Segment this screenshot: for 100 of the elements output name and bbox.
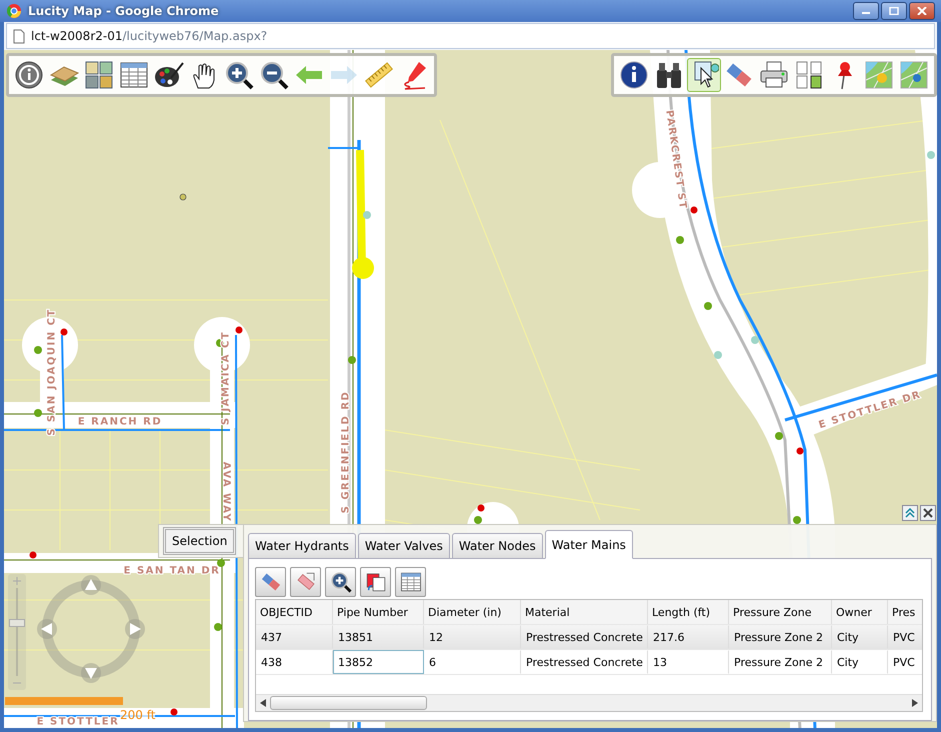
horizontal-scrollbar[interactable] [256,694,922,711]
window-title: Lucity Map - Google Chrome [28,4,219,18]
scroll-right-icon [912,699,918,707]
maximize-icon [889,7,899,15]
info-icon [14,60,44,90]
browser-logo-icon [6,3,22,19]
hydrant-marker [796,448,804,454]
column-header[interactable]: Pres [888,600,922,624]
table-icon [119,60,149,90]
valve-marker [34,409,42,417]
hydrant-marker [60,328,68,336]
close-icon [923,508,933,518]
column-header[interactable]: Length (ft) [648,600,729,624]
hydrant-marker [478,504,484,512]
maximize-button[interactable] [881,2,907,20]
street-label: S SAN JOAQUIN CT [46,308,58,436]
map-thumbnails-icon [84,60,114,90]
panel-tool-button[interactable] [325,567,356,597]
layer-tab[interactable]: Water Nodes [452,533,543,559]
map-icon [899,60,929,90]
collapse-button[interactable] [902,505,918,521]
eraser-icon [260,571,282,593]
column-header[interactable]: Diameter (in) [424,600,521,624]
table-cell: PVC [888,625,922,649]
slider-thumb[interactable] [9,619,25,628]
plus-icon [13,577,21,585]
table-cell: PVC [888,650,922,674]
map-icon [864,60,894,90]
close-button[interactable] [920,505,936,521]
valve-marker [217,559,225,567]
binoculars-icon [654,60,684,90]
table-row[interactable]: 437 13851 12 Prestressed Concrete 217.6 Pressure Zone 2 City PVC [256,625,922,650]
toolbar-button[interactable] [687,58,721,92]
chevron-up-icon [905,508,915,518]
table-cell: City [832,650,888,674]
node-marker [363,211,371,219]
valve-marker [474,516,482,524]
street-label: E STOTTLER [36,716,120,728]
clear-selection-icon [294,571,316,593]
panel-tool-button[interactable] [395,567,426,597]
street-label: S GREENFIELD RD [340,390,352,514]
zoom-in-icon [330,571,352,593]
node-marker [714,351,722,359]
table-icon [400,571,422,593]
scale-label: 200 ft [120,708,156,722]
table-cell: 13852 [333,650,424,674]
node-marker [751,336,759,344]
layer-tab[interactable]: Water Mains [544,530,633,559]
street-label: AVA WAY [220,462,232,522]
panel-tool-button[interactable] [290,567,321,597]
page-icon [13,28,25,44]
table-cell: 437 [256,625,333,649]
pan-control-icon [36,574,146,684]
column-header[interactable]: Material [521,600,648,624]
point-marker [180,194,186,200]
close-button[interactable] [909,2,935,20]
hydrant-marker [170,708,178,716]
zoom-in-icon [224,60,254,90]
table-cell: Prestressed Concrete [521,625,648,649]
layer-tab[interactable]: Water Hydrants [248,533,356,559]
column-header[interactable]: Pipe Number [333,600,424,624]
table-cell: Pressure Zone 2 [729,625,832,649]
table-cell: 13 [648,650,729,674]
pages-icon [794,60,824,90]
street-label: S JAMAICA CT [220,330,232,426]
table-cell: 217.6 [648,625,729,649]
table-cell: 438 [256,650,333,674]
hydrant-marker [30,552,36,558]
table-cell: 12 [424,625,521,649]
scrollbar-thumb[interactable] [270,696,427,710]
column-header[interactable]: Owner [832,600,888,624]
table-cell: Pressure Zone 2 [729,650,832,674]
minimize-button[interactable] [853,2,879,20]
valve-marker [775,432,783,440]
table-row[interactable]: 438 13852 6 Prestressed Concrete 13 Pressure Zone 2 City PVC [256,650,922,675]
close-icon [917,7,927,15]
hydrant-marker [236,326,242,334]
hydrant-marker [690,206,698,214]
scroll-left-icon [260,699,266,707]
zoom-slider[interactable] [8,574,26,690]
table-cell: 6 [424,650,521,674]
info-icon [619,60,649,90]
zoom-out-icon [259,60,289,90]
layer-tab[interactable]: Water Valves [358,533,450,559]
column-header[interactable]: OBJECTID [256,600,333,624]
table-cell: City [832,625,888,649]
printer-icon [759,60,789,90]
valve-marker [214,623,222,631]
node-marker [927,151,935,159]
street-label: E SAN TAN DR [124,566,220,577]
valve-marker [34,346,42,354]
column-header[interactable]: Pressure Zone [729,600,832,624]
panel-tool-button[interactable] [360,567,391,597]
selection-button[interactable]: Selection [163,527,236,555]
valve-marker [793,516,801,524]
table-cell: 13851 [333,625,424,649]
street-label: E RANCH RD [78,416,162,428]
palette-icon [154,60,184,90]
switch-icon [364,571,386,593]
table-cell: Prestressed Concrete [521,650,648,674]
